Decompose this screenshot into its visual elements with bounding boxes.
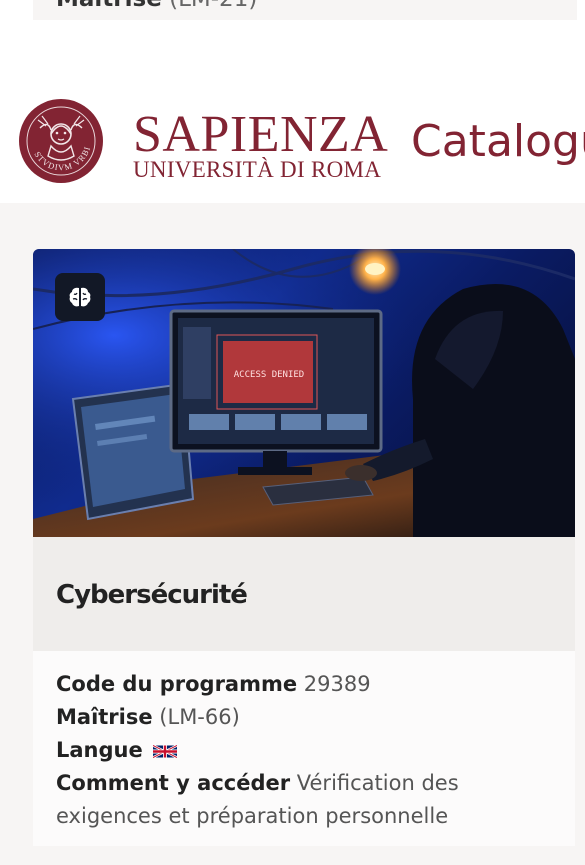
site-header: STVDIVM VRBIS SAPIENZA UNIVERSITÀ DI ROM… [0, 80, 585, 210]
sapienza-wordmark[interactable]: SAPIENZA UNIVERSITÀ DI ROMA [133, 106, 389, 182]
previous-card-degree-code: (LM-21) [169, 0, 257, 12]
previous-card-degree-row: Maîtrise (LM-21) [56, 0, 257, 12]
program-details: Code du programme 29389 Maîtrise (LM-66)… [56, 668, 556, 833]
program-card[interactable]: ACCESS DENIED Cybersécurité Code du prog… [33, 249, 575, 846]
degree-row: Maîtrise (LM-66) [56, 701, 556, 734]
access-row: Comment y accéder Vérification des exige… [56, 767, 556, 833]
language-row: Langue [56, 734, 556, 767]
hacker-illustration: ACCESS DENIED [33, 249, 575, 537]
program-title[interactable]: Cybersécurité [56, 580, 248, 610]
program-code-label: Code du programme [56, 672, 298, 696]
brain-icon [69, 287, 91, 307]
program-code-value: 29389 [303, 672, 371, 696]
degree-value: (LM-66) [159, 705, 240, 729]
program-card-image: ACCESS DENIED [33, 249, 575, 537]
category-badge [55, 273, 105, 321]
previous-card-bottom: Maîtrise (LM-21) [33, 0, 577, 20]
program-code-row: Code du programme 29389 [56, 668, 556, 701]
uk-flag-icon [153, 744, 178, 758]
access-label: Comment y accéder [56, 771, 291, 795]
screen-access-denied-text: ACCESS DENIED [234, 370, 304, 380]
page-title: Catalogu [411, 116, 585, 167]
logo-subtitle: UNIVERSITÀ DI ROMA [133, 157, 382, 182]
degree-label: Maîtrise [56, 705, 153, 729]
sapienza-seal-logo[interactable]: STVDIVM VRBIS [18, 98, 104, 184]
language-label: Langue [56, 738, 143, 762]
previous-card-degree-label: Maîtrise [56, 0, 162, 12]
logo-name: SAPIENZA [133, 106, 389, 163]
